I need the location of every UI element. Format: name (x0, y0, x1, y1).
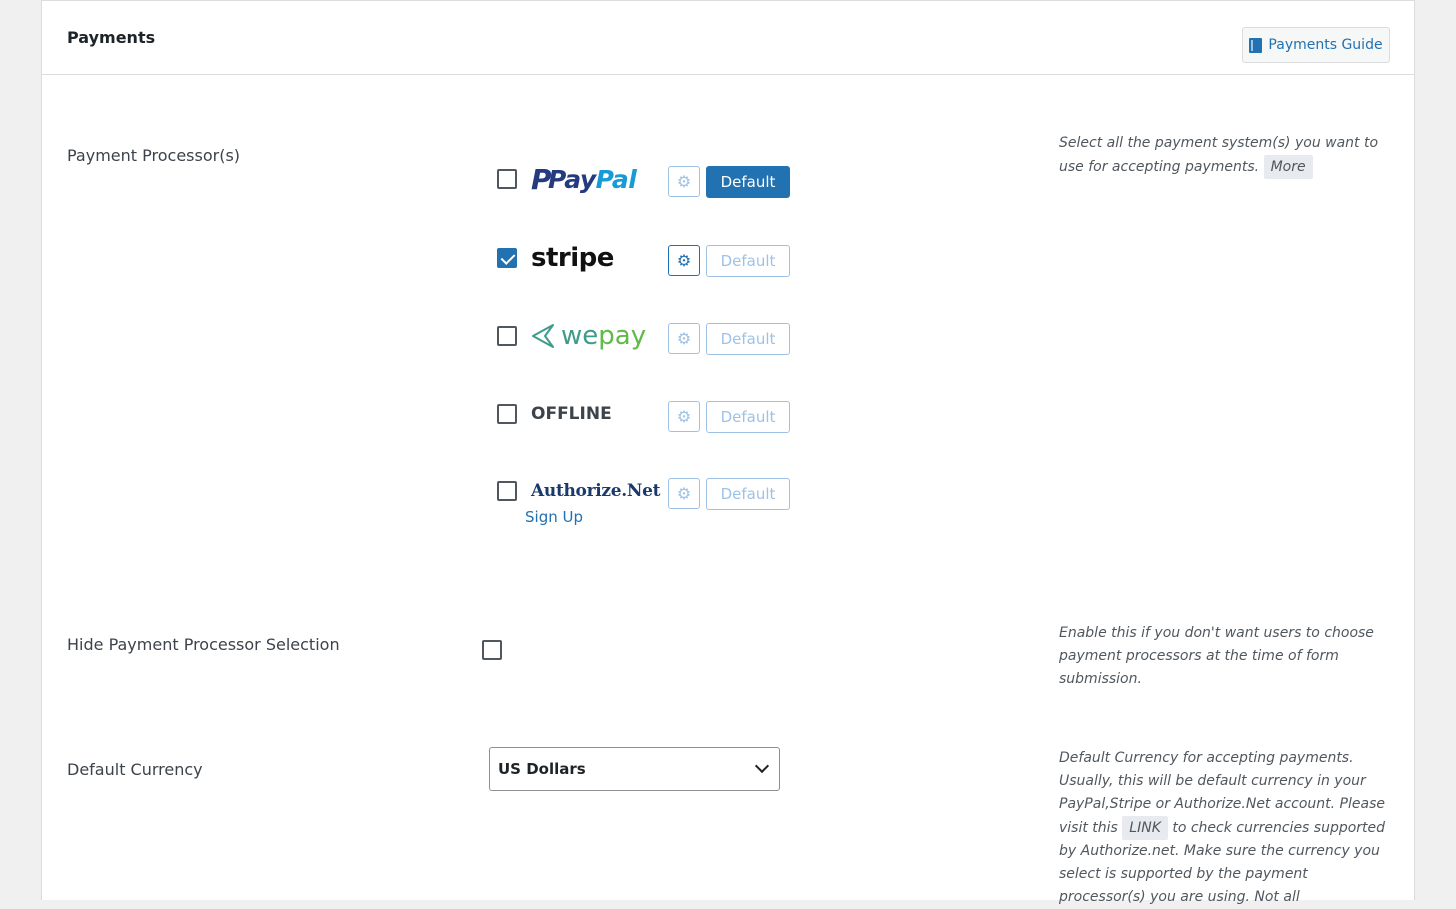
panel-header: Payments Payments Guide (42, 1, 1414, 75)
authorizenet-checkbox[interactable] (497, 481, 517, 501)
paypal-checkbox[interactable] (497, 169, 517, 189)
default-currency-help: Default Currency for accepting payments.… (1059, 747, 1389, 909)
processor-row-paypal: P Pay Pal ⚙ Default (497, 162, 797, 207)
paypal-settings-button[interactable]: ⚙ (668, 166, 700, 197)
wepay-arrow-icon (532, 324, 554, 348)
offline-checkbox[interactable] (497, 404, 517, 424)
gear-icon: ⚙ (676, 484, 692, 503)
gear-icon: ⚙ (676, 329, 692, 348)
authorizenet-settings-button[interactable]: ⚙ (668, 478, 700, 509)
stripe-logo: stripe (531, 243, 614, 273)
more-link[interactable]: More (1263, 155, 1313, 179)
payments-guide-label: Payments Guide (1268, 37, 1383, 53)
paypal-logo: P Pay Pal (531, 162, 637, 196)
hide-processor-selection-help: Enable this if you don't want users to c… (1059, 625, 1374, 687)
wepay-default-button[interactable]: Default (706, 323, 790, 355)
currency-selected-value: US Dollars (498, 760, 586, 778)
gear-icon: ⚙ (676, 251, 692, 270)
stripe-default-button[interactable]: Default (706, 245, 790, 277)
gear-icon: ⚙ (676, 172, 692, 191)
paypal-default-button[interactable]: Default (706, 166, 790, 198)
payments-panel: Payments Payments Guide Payment Processo… (41, 0, 1415, 905)
offline-label: OFFLINE (531, 404, 612, 424)
processor-row-wepay: we pay ⚙ Default (497, 321, 797, 364)
processor-row-authorizenet: Authorize.Net Sign Up ⚙ Default (497, 478, 797, 526)
processor-row-offline: OFFLINE ⚙ Default (497, 401, 797, 442)
wepay-checkbox[interactable] (497, 326, 517, 346)
stripe-settings-button[interactable]: ⚙ (668, 245, 700, 276)
payment-processors-label: Payment Processor(s) (67, 146, 241, 165)
hide-processor-selection-checkbox[interactable] (482, 640, 502, 660)
payments-guide-button[interactable]: Payments Guide (1242, 27, 1390, 63)
book-icon (1249, 37, 1263, 53)
hide-processor-selection-label: Hide Payment Processor Selection (67, 635, 340, 654)
authorizenet-default-button[interactable]: Default (706, 478, 790, 510)
authorizenet-signup-link[interactable]: Sign Up (525, 508, 583, 526)
wepay-logo: we pay (531, 321, 646, 351)
wepay-settings-button[interactable]: ⚙ (668, 323, 700, 354)
page-title: Payments (67, 28, 156, 47)
payment-processors-help: Select all the payment system(s) you wan… (1059, 132, 1389, 179)
payment-processors-help-text: Select all the payment system(s) you wan… (1059, 135, 1379, 175)
default-currency-label: Default Currency (67, 760, 203, 779)
offline-settings-button[interactable]: ⚙ (668, 401, 700, 432)
offline-default-button[interactable]: Default (706, 401, 790, 433)
stripe-checkbox[interactable] (497, 248, 517, 268)
processor-row-stripe: stripe ⚙ Default (497, 243, 797, 286)
currency-select[interactable]: US Dollars (489, 747, 780, 791)
chevron-down-icon (754, 758, 770, 774)
currency-link[interactable]: LINK (1122, 816, 1168, 840)
gear-icon: ⚙ (676, 407, 692, 426)
authorizenet-logo: Authorize.Net (531, 481, 661, 501)
